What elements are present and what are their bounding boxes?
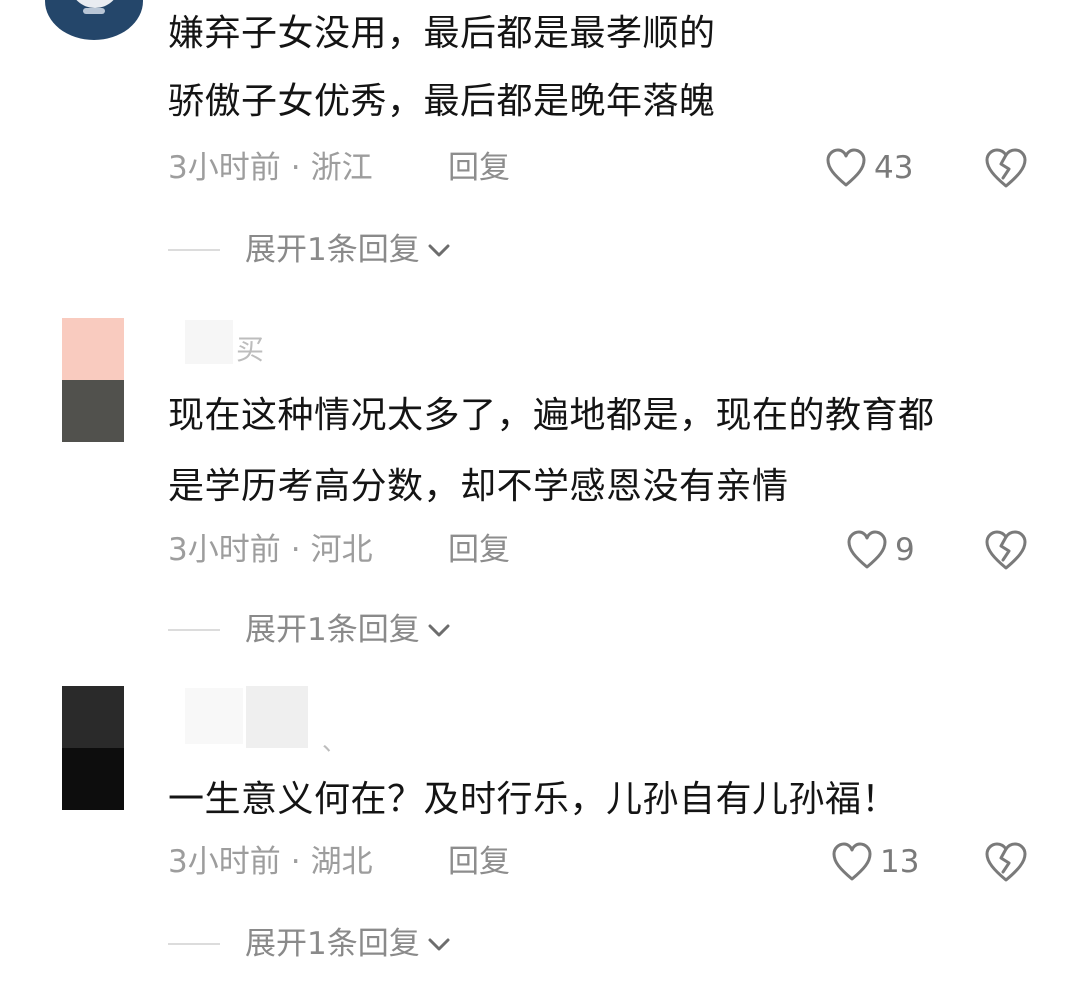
expand-replies-button[interactable]: 展开1条回复 <box>168 230 452 270</box>
broken-heart-icon <box>985 842 1027 882</box>
broken-heart-icon <box>985 148 1027 188</box>
comment-time: 3小时前 <box>168 844 281 880</box>
reply-button[interactable]: 回复 <box>448 148 510 188</box>
avatar[interactable] <box>62 686 124 810</box>
reply-button[interactable]: 回复 <box>448 530 510 570</box>
expand-replies-button[interactable]: 展开1条回复 <box>168 610 452 650</box>
comment-location: 河北 <box>310 532 373 568</box>
comment-time: 3小时前 <box>168 532 281 568</box>
chevron-down-icon <box>428 938 450 951</box>
avatar-top <box>62 318 124 380</box>
like-count: 13 <box>880 844 920 880</box>
expand-replies-button[interactable]: 展开1条回复 <box>168 924 452 964</box>
expand-replies-label: 展开1条回复 <box>245 926 420 962</box>
chevron-down-icon <box>428 244 450 257</box>
comment-text-line: 现在这种情况太多了，遍地都是，现在的教育都 <box>168 395 935 436</box>
username[interactable]: 、 <box>322 722 346 757</box>
username-redacted <box>246 686 308 748</box>
avatar-top <box>62 686 124 748</box>
meta-separator: · <box>290 844 301 880</box>
heart-outline-icon <box>832 842 872 881</box>
divider <box>168 629 220 631</box>
expand-replies-label: 展开1条回复 <box>245 612 420 648</box>
dislike-button[interactable] <box>983 146 1029 190</box>
avatar[interactable] <box>62 318 124 442</box>
broken-heart-icon <box>985 530 1027 570</box>
comment-meta: 3小时前 · 浙江 <box>168 148 373 188</box>
divider <box>168 249 220 251</box>
comment-time: 3小时前 <box>168 150 281 186</box>
avatar[interactable] <box>45 0 143 40</box>
avatar-face <box>71 0 119 8</box>
comment-text-line: 嫌弃子女没用，最后都是最孝顺的 <box>168 13 716 54</box>
like-button[interactable]: 13 <box>830 840 919 884</box>
avatar-detail <box>83 8 105 14</box>
comment-meta: 3小时前 · 湖北 <box>168 842 373 882</box>
heart-outline-icon <box>847 530 887 569</box>
comment-text-line: 是学历考高分数，却不学感恩没有亲情 <box>168 466 789 507</box>
like-count: 43 <box>874 150 914 186</box>
username[interactable]: 买 <box>236 328 264 368</box>
username-redacted <box>185 320 233 364</box>
divider <box>168 943 220 945</box>
reply-button[interactable]: 回复 <box>448 842 510 882</box>
dislike-button[interactable] <box>983 840 1029 884</box>
comment-text-line: 骄傲子女优秀，最后都是晚年落魄 <box>168 81 716 122</box>
chevron-down-icon <box>428 624 450 637</box>
comment-item: 买 现在这种情况太多了，遍地都是，现在的教育都 是学历考高分数，却不学感恩没有亲… <box>0 300 1080 660</box>
like-button[interactable]: 43 <box>824 146 913 190</box>
comment-item: 、 一生意义何在？及时行乐，儿孙自有儿孙福！ 3小时前 · 湖北 回复 13 展开1… <box>0 670 1080 993</box>
like-count: 9 <box>895 532 915 568</box>
comment-location: 浙江 <box>310 150 373 186</box>
heart-outline-icon <box>826 148 866 187</box>
avatar-bottom <box>62 380 124 442</box>
comment-meta: 3小时前 · 河北 <box>168 530 373 570</box>
like-button[interactable]: 9 <box>845 528 915 572</box>
comment-text-line: 一生意义何在？及时行乐，儿孙自有儿孙福！ <box>168 779 899 820</box>
expand-replies-label: 展开1条回复 <box>245 232 420 268</box>
meta-separator: · <box>290 150 301 186</box>
username-redacted <box>185 688 243 744</box>
avatar-bottom <box>62 748 124 810</box>
dislike-button[interactable] <box>983 528 1029 572</box>
comment-item: 嫌弃子女没用，最后都是最孝顺的 骄傲子女优秀，最后都是晚年落魄 3小时前 · 浙江 … <box>0 0 1080 290</box>
comment-location: 湖北 <box>310 844 373 880</box>
meta-separator: · <box>290 532 301 568</box>
